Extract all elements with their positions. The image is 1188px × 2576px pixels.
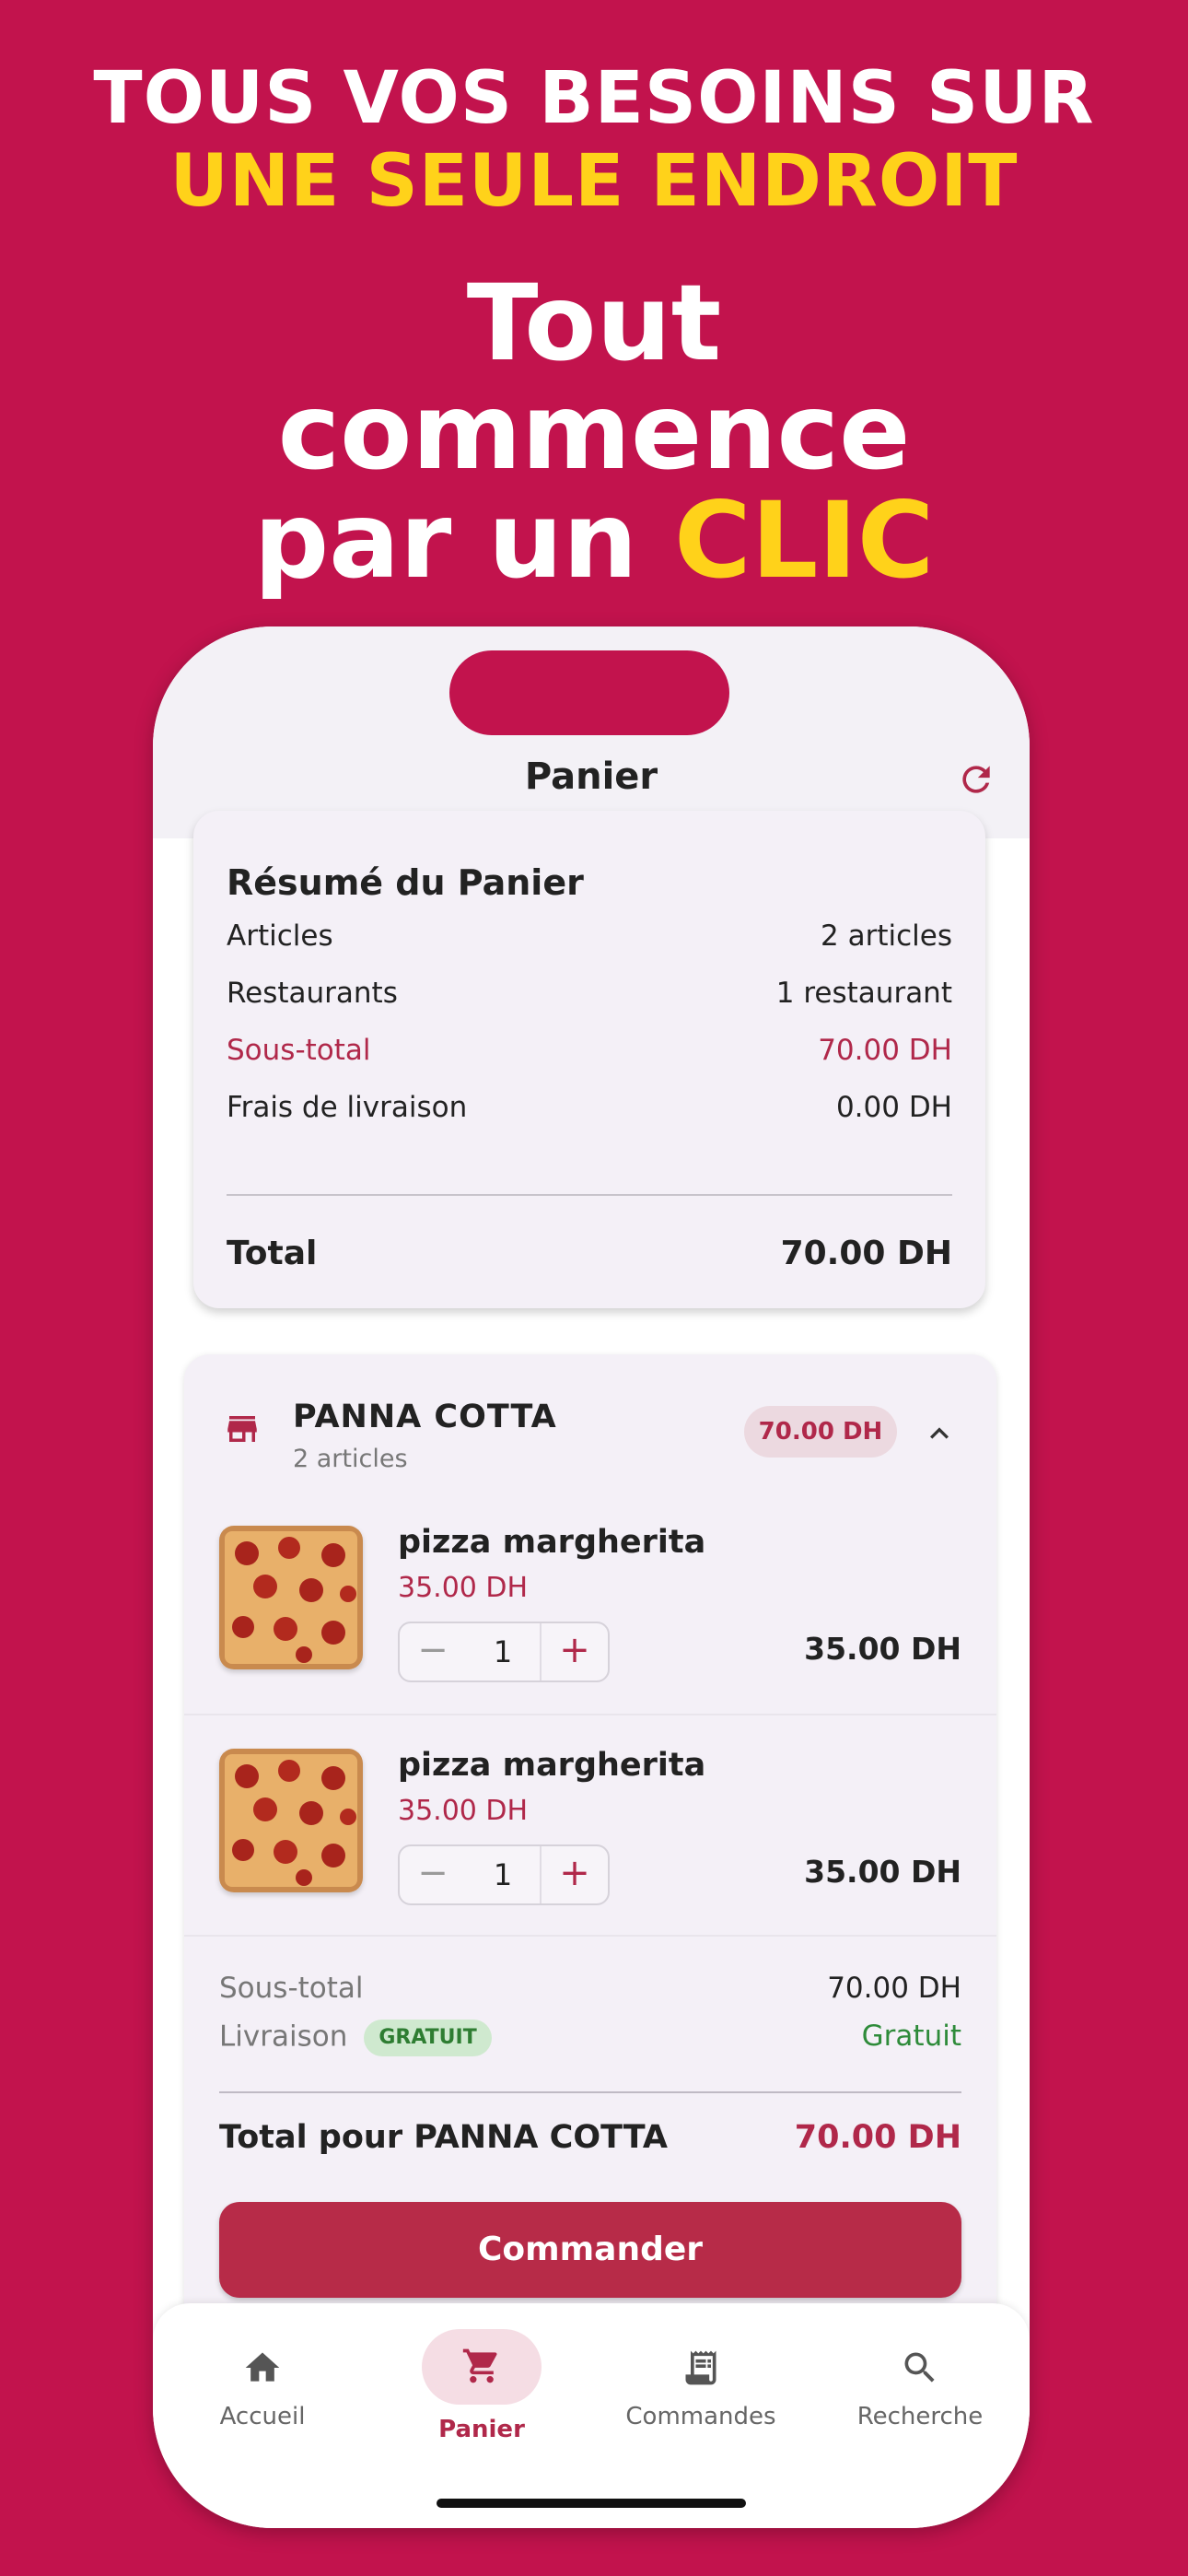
tagline-accent: CLIC	[674, 479, 935, 602]
home-indicator	[437, 2499, 746, 2508]
decrement-button[interactable]: −	[400, 1623, 466, 1680]
cart-item: pizza margherita 35.00 DH − 1 + 35.00 DH	[184, 1493, 996, 1714]
nav-label: Recherche	[856, 2403, 984, 2430]
subtotal-value: 70.00 DH	[827, 1972, 961, 2005]
increment-button[interactable]: +	[540, 1623, 608, 1680]
phone-frame: Panier Résumé du Panier Articles 2 artic…	[153, 626, 1030, 2528]
summary-row-value: 1 restaurant	[775, 977, 952, 1010]
restaurant-subtotal-row: Sous-total 70.00 DH	[219, 1972, 961, 2012]
item-name: pizza margherita	[398, 1747, 706, 1784]
nav-item-commandes[interactable]: Commandes	[591, 2303, 810, 2488]
nav-item-panier[interactable]: Panier	[372, 2303, 591, 2488]
refresh-icon[interactable]	[956, 759, 996, 800]
promo-tagline: Tout commence par un CLIC	[0, 269, 1188, 595]
cart-summary-card: Résumé du Panier Articles 2 articles Res…	[193, 811, 985, 1308]
page-title: Panier	[524, 755, 658, 798]
restaurant-item-count: 2 articles	[293, 1445, 408, 1473]
tagline-line1: Tout	[466, 262, 722, 384]
restaurant-total: Total pour PANNA COTTA 70.00 DH	[219, 2119, 961, 2156]
quantity-value: 1	[493, 1634, 513, 1669]
summary-divider	[227, 1194, 952, 1196]
item-line-total: 35.00 DH	[804, 1854, 961, 1890]
item-name: pizza margherita	[398, 1524, 706, 1561]
chevron-up-icon[interactable]	[921, 1415, 958, 1452]
quantity-stepper: − 1 +	[398, 1844, 610, 1905]
item-unit-price: 35.00 DH	[398, 1572, 529, 1604]
summary-total: Total 70.00 DH	[227, 1235, 952, 1272]
pizza-thumbnail	[219, 1749, 363, 1892]
items-divider	[184, 1935, 996, 1937]
summary-row-restaurants: Restaurants 1 restaurant	[227, 977, 952, 1019]
cart-content: Résumé du Panier Articles 2 articles Res…	[153, 811, 1030, 2528]
restaurant-total-divider	[219, 2091, 961, 2093]
summary-row-value: 70.00 DH	[818, 1034, 952, 1067]
summary-row-subtotal: Sous-total 70.00 DH	[227, 1034, 952, 1076]
tagline-line3-prefix: par un	[253, 479, 638, 602]
summary-row-label: Frais de livraison	[227, 1091, 468, 1124]
summary-row-articles: Articles 2 articles	[227, 919, 952, 962]
summary-total-label: Total	[227, 1235, 318, 1272]
item-unit-price: 35.00 DH	[398, 1795, 529, 1827]
summary-row-value: 2 articles	[821, 919, 952, 953]
promo-headline-line1: TOUS VOS BESOINS SUR	[93, 57, 1095, 140]
receipt-icon	[685, 2350, 716, 2385]
restaurant-total-value: 70.00 DH	[794, 2119, 961, 2156]
tagline-line3: par un CLIC	[0, 486, 1188, 595]
summary-title: Résumé du Panier	[227, 862, 584, 903]
nav-label: Accueil	[219, 2403, 306, 2430]
restaurant-delivery-row: Livraison GRATUIT Gratuit	[219, 2020, 961, 2060]
restaurant-name: PANNA COTTA	[293, 1399, 557, 1435]
nav-item-recherche[interactable]: Recherche	[810, 2303, 1030, 2488]
phone-notch	[449, 650, 729, 735]
summary-row-label: Sous-total	[227, 1034, 371, 1067]
bottom-navigation: Accueil Panier Commandes Recherche	[153, 2303, 1030, 2528]
item-line-total: 35.00 DH	[804, 1631, 961, 1667]
home-icon	[245, 2352, 280, 2382]
summary-row-value: 0.00 DH	[835, 1091, 952, 1124]
cart-item: pizza margherita 35.00 DH − 1 + 35.00 DH	[184, 1714, 996, 1937]
app-header: Panier	[153, 626, 1030, 838]
tagline-line2: commence	[277, 370, 911, 493]
nav-label: Panier	[438, 2416, 525, 2443]
search-icon	[904, 2352, 935, 2383]
increment-button[interactable]: +	[540, 1846, 608, 1903]
restaurant-total-label: Total pour PANNA COTTA	[219, 2119, 669, 2156]
summary-row-label: Restaurants	[227, 977, 398, 1010]
delivery-value: Gratuit	[861, 2020, 961, 2053]
quantity-value: 1	[493, 1857, 513, 1892]
decrement-button[interactable]: −	[400, 1846, 466, 1903]
delivery-label: Livraison	[219, 2020, 348, 2054]
nav-item-accueil[interactable]: Accueil	[153, 2303, 372, 2488]
restaurant-price-badge: 70.00 DH	[744, 1406, 897, 1458]
subtotal-label: Sous-total	[219, 1972, 364, 2005]
summary-row-delivery-fee: Frais de livraison 0.00 DH	[227, 1091, 952, 1133]
promo-headline-line2: UNE SEULE ENDROIT	[169, 140, 1019, 223]
restaurant-card: PANNA COTTA 2 articles 70.00 DH pizza ma…	[184, 1354, 996, 2368]
pizza-thumbnail	[219, 1526, 363, 1669]
order-button[interactable]: Commander	[219, 2202, 961, 2298]
nav-label: Commandes	[625, 2403, 776, 2430]
summary-total-value: 70.00 DH	[780, 1235, 952, 1272]
store-icon	[227, 1416, 257, 1442]
free-delivery-badge: GRATUIT	[364, 2020, 492, 2056]
cart-icon	[462, 2348, 497, 2383]
quantity-stepper: − 1 +	[398, 1622, 610, 1682]
summary-row-label: Articles	[227, 919, 333, 953]
